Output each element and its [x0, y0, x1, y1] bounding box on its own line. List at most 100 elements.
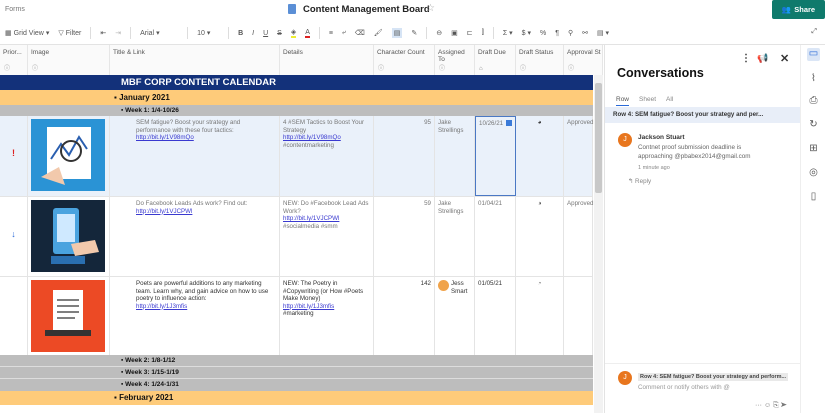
attachment-icon[interactable]: ⌇ — [807, 73, 820, 86]
image-icon[interactable]: ▣ — [451, 29, 458, 37]
font-size-dropdown[interactable]: 10 ▾ — [197, 29, 219, 38]
calendar-icon[interactable] — [506, 120, 512, 126]
emoji-icon[interactable]: ☺ — [764, 402, 771, 409]
column-header-image[interactable]: Image ⓘ — [28, 45, 110, 75]
table-row[interactable]: ↓ Do Facebook Leads Ads work? Find out: h… — [0, 196, 594, 276]
grid-view-dropdown[interactable]: ▦ Grid View ▾ — [5, 29, 49, 38]
approval-cell[interactable]: Approved — [564, 116, 594, 196]
column-header-priority[interactable]: Prior... ⓘ — [0, 45, 28, 75]
comment-input[interactable]: Comment or notify others with @ — [638, 384, 730, 391]
tab-sheet[interactable]: Sheet — [639, 96, 656, 106]
highlight-icon[interactable]: ✎ — [411, 29, 417, 37]
title-link[interactable]: http://bit.ly/1VJCPWl — [136, 208, 192, 215]
expand-icon[interactable]: ⤢ — [811, 28, 817, 36]
format-painter-icon[interactable]: 🖌 — [374, 29, 383, 37]
currency-icon[interactable]: $ ▾ — [522, 29, 531, 37]
details-cell[interactable]: NEW: Do #Facebook Lead Ads Work? http://b… — [280, 197, 374, 276]
publish-icon[interactable]: ⊞ — [807, 143, 820, 156]
percent-icon[interactable]: % — [540, 30, 546, 37]
wrap-icon[interactable]: ⤶ — [342, 29, 346, 37]
share-button[interactable]: 👥 Share — [772, 0, 825, 19]
draft-due-cell[interactable]: 01/04/21 — [475, 197, 516, 276]
assigned-to-cell[interactable]: Jess Smart — [435, 277, 475, 355]
month-row[interactable]: ▪ February 2021 — [0, 391, 593, 405]
column-header-approval-status[interactable]: Approval St ⓘ — [564, 45, 603, 75]
text-color-icon[interactable]: A — [305, 29, 310, 38]
vertical-scrollbar[interactable] — [594, 75, 603, 413]
proofing-icon[interactable]: ▯ — [807, 191, 820, 204]
column-header-draft-due[interactable]: Draft Due ⌂ — [475, 45, 516, 75]
italic-icon[interactable]: I — [252, 30, 254, 37]
image-cell[interactable] — [28, 197, 110, 276]
scrollbar-thumb[interactable] — [595, 83, 602, 193]
priority-cell[interactable]: ↓ — [0, 197, 28, 276]
draft-status-cell[interactable]: ◑ — [516, 197, 564, 276]
reply-button[interactable]: ↰ Reply — [628, 178, 651, 185]
character-count-cell[interactable]: 95 — [374, 116, 435, 196]
filter-button[interactable]: ▽ Filter — [58, 29, 81, 38]
zoom-icon[interactable]: ⚲ — [568, 29, 573, 37]
column-header-draft-status[interactable]: Draft Status ⓘ — [516, 45, 564, 75]
find-icon[interactable]: ⚯ — [582, 29, 588, 37]
details-cell[interactable]: 4 #SEM Tactics to Boost Your Strategy htt… — [280, 116, 374, 196]
title-cell[interactable]: Poets are powerful additions to any mark… — [110, 277, 280, 355]
paragraph-icon[interactable]: ¶ — [555, 30, 559, 37]
activity-icon[interactable]: ↻ — [807, 119, 820, 132]
draft-due-cell[interactable]: 01/05/21 — [475, 277, 516, 355]
fill-color-icon[interactable]: ◈ — [290, 28, 297, 38]
tab-all[interactable]: All — [666, 96, 673, 106]
star-icon[interactable]: ☆ — [426, 3, 435, 14]
draft-status-cell[interactable]: ◕ — [516, 116, 564, 196]
more-options-icon[interactable]: ⋮ — [741, 53, 751, 64]
underline-icon[interactable]: U — [263, 30, 268, 37]
megaphone-icon[interactable]: 📢 — [757, 53, 768, 64]
font-dropdown[interactable]: Arial ▾ — [140, 29, 178, 38]
column-icon[interactable]: ⫿ — [482, 29, 484, 37]
row-context-header[interactable]: Row 4: SEM fatigue? Boost your strategy … — [605, 107, 800, 123]
priority-cell[interactable]: ! — [0, 116, 28, 196]
close-icon[interactable]: ✕ — [780, 52, 789, 65]
column-header-assigned-to[interactable]: Assigned To ⓘ — [435, 45, 475, 75]
card-view-icon[interactable]: ▤ — [391, 28, 403, 38]
indent-icon[interactable]: ⇥ — [115, 29, 121, 37]
outdent-icon[interactable]: ⇤ — [100, 29, 106, 37]
bold-icon[interactable]: B — [238, 30, 243, 37]
priority-cell[interactable] — [0, 277, 28, 355]
details-link[interactable]: http://bit.ly/1J3mfis — [283, 303, 334, 310]
week-row[interactable]: ▪ Week 3: 1/15-1/19 — [0, 367, 593, 379]
tab-row[interactable]: Row — [616, 96, 630, 106]
column-header-character-count[interactable]: Character Count ⓘ — [374, 45, 435, 75]
title-link[interactable]: http://bit.ly/1J3mfis — [136, 303, 187, 310]
title-cell[interactable]: SEM fatigue? Boost your strategy and per… — [110, 116, 280, 196]
assigned-to-cell[interactable]: Jake Strellings — [435, 116, 475, 196]
details-cell[interactable]: NEW: The Poetry in #Copywriting (or How … — [280, 277, 374, 355]
column-header-title[interactable]: Title & Link — [110, 45, 280, 75]
link-icon[interactable]: ⊖ — [436, 29, 442, 37]
title-cell[interactable]: Do Facebook Leads Ads work? Find out: htt… — [110, 197, 280, 276]
title-link[interactable]: http://bit.ly/1V98mQo — [136, 134, 194, 141]
attach-icon[interactable]: ⎘ — [773, 402, 779, 409]
image-cell[interactable] — [28, 277, 110, 355]
form-icon[interactable]: ▤ ▾ — [597, 29, 609, 37]
draft-due-cell[interactable]: 10/26/21 — [475, 116, 516, 196]
details-link[interactable]: http://bit.ly/1V98mQo — [283, 134, 341, 141]
print-icon[interactable]: ⎙ — [807, 95, 820, 108]
strikethrough-icon[interactable]: S — [277, 30, 282, 37]
hierarchy-icon[interactable]: ⊏ — [467, 29, 473, 37]
sum-icon[interactable]: Σ ▾ — [503, 29, 513, 37]
draft-status-cell[interactable]: ◔ — [516, 277, 564, 355]
column-header-details[interactable]: Details — [280, 45, 374, 75]
week-row[interactable]: ▪ Week 1: 1/4-10/26 — [0, 105, 593, 116]
week-row[interactable]: ▪ Week 4: 1/24-1/31 — [0, 379, 593, 391]
image-cell[interactable] — [28, 116, 110, 196]
conversations-icon[interactable]: ▭ — [807, 48, 820, 61]
summary-icon[interactable]: ◎ — [807, 167, 820, 180]
approval-cell[interactable] — [564, 277, 593, 355]
send-icon[interactable]: ➤ — [781, 402, 787, 409]
table-row[interactable]: ! SEM fatigue? Boost your strategy and p… — [0, 116, 594, 196]
table-row[interactable]: Poets are powerful additions to any mark… — [0, 276, 593, 355]
character-count-cell[interactable]: 59 — [374, 197, 435, 276]
clear-format-icon[interactable]: ⌫ — [355, 29, 365, 37]
forms-link[interactable]: Forms — [5, 6, 25, 13]
week-row[interactable]: ▪ Week 2: 1/8-1/12 — [0, 355, 593, 367]
